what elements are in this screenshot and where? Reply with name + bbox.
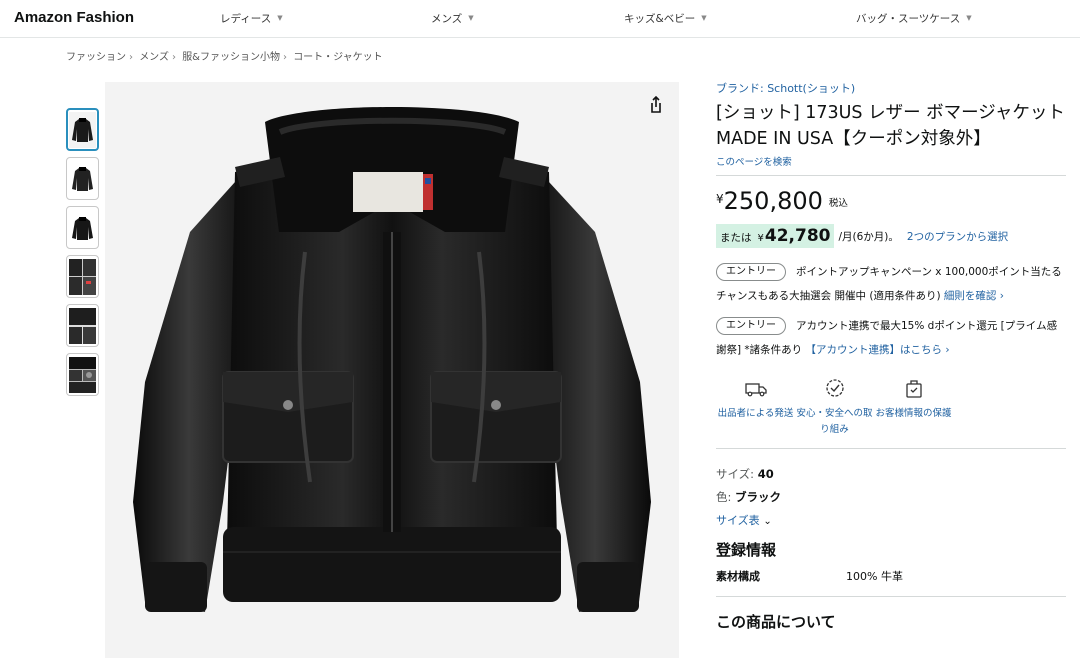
spec-row: 素材構成 100% 牛革 bbox=[716, 568, 1066, 584]
breadcrumb-separator: › bbox=[283, 52, 287, 63]
registration-heading: 登録情報 bbox=[716, 541, 777, 559]
spec-key: 素材構成 bbox=[716, 570, 760, 583]
price-value: 250,800 bbox=[723, 187, 823, 215]
trust-badges: 出品者による発送 安心・安全への取り組み お客様情報の保護 bbox=[716, 376, 1066, 438]
jacket-thumbnail-image bbox=[69, 209, 96, 246]
installment-highlight: または ¥ 42,780 bbox=[716, 224, 835, 248]
size-row: サイズ: 40 bbox=[716, 463, 1066, 486]
trust-label: 安心・安全への取り組み bbox=[796, 408, 873, 435]
promo-dpoint: エントリー アカウント連携で最大15% dポイント還元 [プライム感謝祭] *諸条… bbox=[716, 314, 1066, 362]
top-navigation: Amazon Fashion レディース ▼ メンズ ▼ キッズ&ベビー ▼ バッグ・… bbox=[0, 0, 1080, 38]
trust-item-safety[interactable]: 安心・安全への取り組み bbox=[795, 376, 874, 438]
main-product-image[interactable] bbox=[105, 82, 679, 658]
leather-jacket-image bbox=[105, 82, 679, 658]
nav-item-label: メンズ bbox=[431, 13, 463, 25]
jacket-thumbnail-image bbox=[69, 307, 96, 344]
chevron-down-icon: ▼ bbox=[701, 14, 707, 22]
installment-period: /月(6か月)。 bbox=[838, 230, 899, 243]
size-label: サイズ: bbox=[716, 467, 758, 481]
lock-bag-icon bbox=[905, 380, 922, 398]
breadcrumb-separator: › bbox=[172, 52, 176, 63]
nav-item-label: レディース bbox=[220, 13, 272, 25]
about-heading: この商品について bbox=[716, 613, 836, 631]
size-value: 40 bbox=[757, 467, 774, 481]
installment-plan-link[interactable]: 2つのプランから選択 bbox=[907, 229, 1008, 244]
nav-item-label: キッズ&ベビー bbox=[624, 13, 696, 25]
trust-label: 出品者による発送 bbox=[717, 408, 794, 419]
promo-points: エントリー ポイントアップキャンペーン x 100,000ポイント当たるチャンスも… bbox=[716, 260, 1066, 308]
entry-button[interactable]: エントリー bbox=[716, 317, 786, 335]
jacket-thumbnail-image bbox=[69, 258, 96, 295]
thumbnail-detail-2[interactable] bbox=[66, 304, 99, 347]
color-row: 色: ブラック bbox=[716, 486, 1066, 509]
divider bbox=[716, 448, 1066, 449]
jacket-thumbnail-image bbox=[69, 111, 96, 148]
installment-amount: 42,780 bbox=[764, 226, 831, 246]
product-details: ブランド: Schott(ショット) [ショット] 173US レザー ボマージ… bbox=[716, 80, 1066, 632]
chevron-down-icon: ▼ bbox=[468, 14, 474, 22]
variant-info: サイズ: 40 色: ブラック サイズ表 ⌄ bbox=[716, 463, 1066, 533]
trust-item-shipping[interactable]: 出品者による発送 bbox=[716, 376, 795, 438]
promo-details-link[interactable]: 細則を確認 › bbox=[944, 290, 1004, 302]
chevron-down-icon: ▼ bbox=[966, 14, 972, 22]
nav-item-bags[interactable]: バッグ・スーツケース ▼ bbox=[856, 11, 972, 26]
product-title: [ショット] 173US レザー ボマージャケット MADE IN USA【クー… bbox=[716, 103, 1065, 149]
thumbnail-detail-3[interactable] bbox=[66, 353, 99, 396]
installment-currency: ¥ bbox=[757, 233, 764, 244]
installment-label: または bbox=[720, 232, 752, 244]
trust-item-privacy[interactable]: お客様情報の保護 bbox=[874, 376, 953, 438]
nav-item-mens[interactable]: メンズ ▼ bbox=[431, 11, 474, 26]
jacket-thumbnail-image bbox=[69, 356, 96, 393]
tax-label: 税込 bbox=[828, 198, 848, 209]
price-row: ¥ 250,800 税込 bbox=[716, 188, 1066, 214]
breadcrumb-link[interactable]: コート・ジャケット bbox=[293, 52, 383, 63]
divider bbox=[716, 596, 1066, 597]
breadcrumb-link[interactable]: メンズ bbox=[139, 52, 169, 63]
divider bbox=[716, 175, 1066, 176]
thumbnail-strip bbox=[66, 108, 99, 402]
amazon-fashion-logo[interactable]: Amazon Fashion bbox=[14, 9, 134, 26]
search-this-page-link[interactable]: このページを検索 bbox=[716, 154, 1066, 168]
size-chart-link: サイズ表 bbox=[716, 514, 760, 527]
thumbnail-side[interactable] bbox=[66, 206, 99, 249]
spec-value: 100% 牛革 bbox=[846, 570, 903, 583]
chevron-down-icon: ▼ bbox=[277, 14, 283, 22]
price-currency: ¥ bbox=[716, 192, 724, 206]
shield-badge-icon bbox=[825, 379, 844, 397]
brand-link[interactable]: ブランド: Schott(ショット) bbox=[716, 80, 1066, 96]
nav-item-label: バッグ・スーツケース bbox=[856, 13, 961, 25]
truck-icon bbox=[744, 383, 767, 397]
trust-label: お客様情報の保護 bbox=[875, 408, 952, 419]
color-label: 色: bbox=[716, 490, 736, 504]
breadcrumb-link[interactable]: 服&ファッション小物 bbox=[182, 52, 280, 63]
chevron-down-icon: ⌄ bbox=[763, 516, 772, 527]
thumbnail-back[interactable] bbox=[66, 157, 99, 200]
installment-row: または ¥ 42,780 /月(6か月)。 2つのプランから選択 bbox=[716, 224, 1066, 248]
breadcrumb-link[interactable]: ファッション bbox=[66, 52, 126, 63]
breadcrumb: ファッション › メンズ › 服&ファッション小物 › コート・ジャケット bbox=[66, 48, 383, 63]
thumbnail-detail-1[interactable] bbox=[66, 255, 99, 298]
thumbnail-front[interactable] bbox=[66, 108, 99, 151]
size-chart-toggle[interactable]: サイズ表 ⌄ bbox=[716, 509, 1066, 533]
account-link[interactable]: 【アカウント連携】はこちら › bbox=[806, 344, 950, 356]
nav-item-kids[interactable]: キッズ&ベビー ▼ bbox=[624, 11, 707, 26]
color-value: ブラック bbox=[735, 490, 782, 504]
entry-button[interactable]: エントリー bbox=[716, 263, 786, 281]
share-icon[interactable] bbox=[643, 92, 669, 118]
nav-item-womens[interactable]: レディース ▼ bbox=[220, 11, 283, 26]
breadcrumb-separator: › bbox=[129, 52, 133, 63]
jacket-thumbnail-image bbox=[69, 160, 96, 197]
